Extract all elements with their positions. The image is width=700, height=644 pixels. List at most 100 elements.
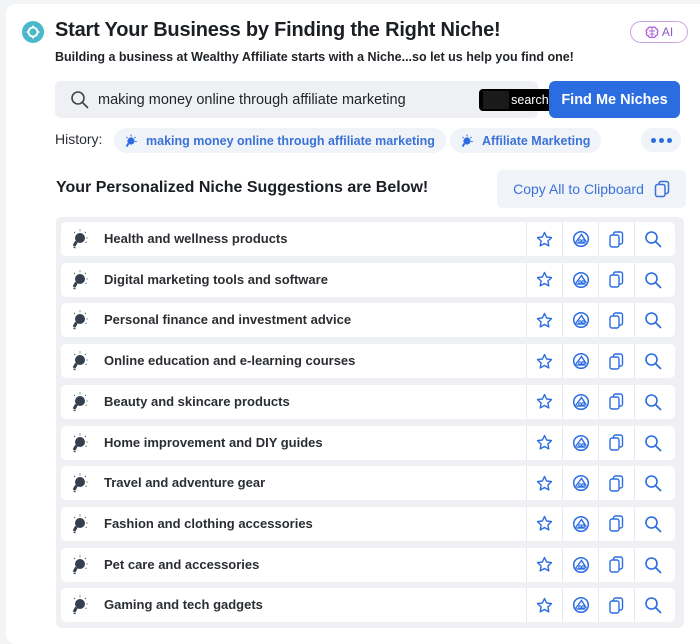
favorite-button[interactable] [526,262,562,297]
copy-button[interactable] [598,466,634,501]
find-me-niches-button[interactable]: Find Me Niches [549,81,680,118]
history-chip-label: making money online through affiliate ma… [146,133,435,148]
search-niche-button[interactable] [634,303,670,338]
search-icon [644,597,661,614]
search-icon [644,353,661,370]
star-icon [536,353,553,369]
copy-button[interactable] [598,588,634,623]
analyze-button[interactable] [562,384,598,419]
analyze-button[interactable] [562,303,598,338]
copy-icon [609,312,624,329]
results-title: Your Personalized Niche Suggestions are … [56,179,429,196]
search-icon [644,312,661,329]
copy-button[interactable] [598,506,634,541]
lightbulb-icon [461,134,473,147]
copy-button[interactable] [598,547,634,582]
more-dot-icon [650,137,656,143]
history-chip[interactable]: Affiliate Marketing [450,128,602,153]
analyze-icon [572,271,589,288]
analyze-button[interactable] [562,262,598,297]
search-icon [644,434,661,451]
search-niche-button[interactable] [634,466,670,501]
search-niche-button[interactable] [634,588,670,623]
favorite-button[interactable] [526,466,562,501]
lightbulb-icon [72,473,88,493]
lightbulb-icon [72,433,88,452]
niche-label: Beauty and skincare products [104,393,290,409]
analyze-icon [572,353,589,370]
search-niche-button[interactable] [634,425,670,460]
analyze-button[interactable] [562,425,598,460]
favorite-button[interactable] [526,588,562,623]
star-icon [536,434,553,450]
analyze-button[interactable] [562,222,598,256]
search-niche-button[interactable] [634,344,670,379]
lightbulb-icon [72,351,88,371]
analyze-button[interactable] [562,506,598,541]
favorite-button[interactable] [526,344,562,379]
search-icon [644,393,661,411]
history-chip[interactable]: making money online through affiliate ma… [114,128,446,153]
search-niche-button[interactable] [634,222,670,256]
search-niche-button[interactable] [634,547,670,582]
lightbulb-icon [125,134,137,147]
copy-button[interactable] [598,425,634,460]
history-chip-label: Affiliate Marketing [482,133,591,148]
copy-button[interactable] [598,384,634,419]
favorite-button[interactable] [526,384,562,419]
niche-label: Health and wellness products [104,231,288,246]
more-history-button[interactable] [641,128,681,152]
lightbulb-icon [72,514,88,534]
search-icon [644,475,661,492]
analyze-button[interactable] [562,547,598,582]
niche-label: Online education and e-learning courses [104,353,356,369]
star-icon [536,271,553,287]
star-icon [536,394,553,409]
analyze-icon [572,597,589,614]
copy-icon [609,271,624,288]
niche-label: Digital marketing tools and software [104,271,328,287]
star-icon [536,312,553,328]
copy-icon [609,474,624,492]
star-icon [536,556,553,572]
analyze-icon [572,434,589,451]
copy-all-button[interactable]: Copy All to Clipboard [497,170,686,208]
niche-search-input[interactable] [98,81,418,118]
niche-suggestion-row: Health and wellness products [61,222,675,256]
copy-icon [609,393,624,410]
copy-icon [609,515,624,533]
history-label: History: [55,131,103,147]
more-dot-icon [658,137,664,143]
page-subtitle: Building a business at Wealthy Affiliate… [55,50,574,64]
favorite-button[interactable] [526,547,562,582]
niche-suggestion-row: Gaming and tech gadgets [61,588,675,623]
lightbulb-icon [72,310,88,330]
star-icon [536,231,553,247]
favorite-button[interactable] [526,222,562,256]
search-icon [644,516,661,533]
search-niche-button[interactable] [634,262,670,297]
favorite-button[interactable] [526,506,562,541]
analyze-icon [572,556,589,573]
copy-icon [654,180,670,198]
copy-button[interactable] [598,262,634,297]
analyze-button[interactable] [562,466,598,501]
niche-suggestion-row: Online education and e-learning courses [61,344,675,379]
page-title: Start Your Business by Finding the Right… [55,19,501,41]
search-icon [644,271,661,289]
search-niche-button[interactable] [634,384,670,419]
niche-label: Travel and adventure gear [104,475,266,491]
favorite-button[interactable] [526,425,562,460]
search-niche-button[interactable] [634,506,670,541]
analyze-button[interactable] [562,344,598,379]
favorite-button[interactable] [526,303,562,338]
copy-button[interactable] [598,303,634,338]
analyze-button[interactable] [562,588,598,623]
analyze-icon [572,312,589,329]
copy-button[interactable] [598,344,634,379]
redacted-count [483,91,509,109]
lightbulb-icon [72,229,88,249]
ai-badge-label: AI [661,25,674,39]
copy-button[interactable] [598,222,634,256]
copy-icon [609,556,624,573]
